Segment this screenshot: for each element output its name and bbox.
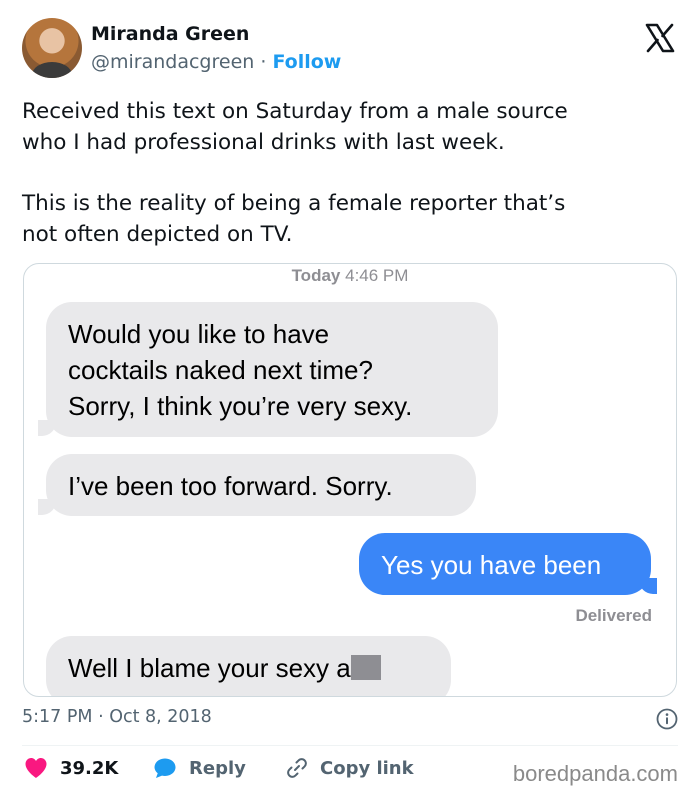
tweet-line: who I had professional drinks with last … [22,130,505,155]
copy-link-button[interactable]: Copy link [286,757,414,779]
author-handle[interactable]: @mirandacgreen [91,51,254,73]
message-time: 4:46 PM [345,266,409,285]
separator: · [254,51,273,73]
tweet-line: not often depicted on TV. [22,222,293,247]
like-count: 39.2K [60,757,119,779]
tweet-text: Received this text on Saturday from a ma… [22,96,678,250]
watermark: boredpanda.com [512,761,678,786]
reply-button[interactable]: Reply [153,757,246,779]
like-button[interactable]: 39.2K [24,757,118,779]
message-line: I’ve been too forward. Sorry. [68,471,393,501]
info-icon[interactable] [656,708,678,730]
incoming-message-bubble: Well I blame your sexy a [46,636,451,696]
message-line: Sorry, I think you’re very sexy. [68,391,413,421]
divider [22,745,678,746]
message-line: Yes you have been [381,550,602,580]
follow-button[interactable]: Follow [272,51,341,73]
link-icon [287,758,307,778]
x-logo-icon[interactable] [644,22,676,54]
reply-label: Reply [189,757,246,779]
message-line: cocktails naked next time? [68,355,373,385]
author-name[interactable]: Miranda Green [91,23,249,45]
tweet-actions: 39.2K Reply Copy link boredpanda.com [22,757,678,787]
avatar[interactable] [22,18,82,78]
author-handle-row: @mirandacgreen · Follow [91,51,341,73]
incoming-message-bubble: I’ve been too forward. Sorry. [46,454,476,516]
message-line: Well I blame your sexy a [68,653,351,683]
tweet-line: Received this text on Saturday from a ma… [22,99,568,124]
incoming-message-bubble: Would you like to have cocktails naked n… [46,302,498,437]
reply-bubble-icon [154,758,176,778]
tweet-media-screenshot[interactable]: Today 4:46 PM Would you like to have coc… [23,263,677,697]
redaction-block [350,655,381,680]
message-line: Would you like to have [68,319,330,349]
tweet-timestamp[interactable]: 5:17 PM · Oct 8, 2018 [22,707,212,727]
delivered-status: Delivered [575,606,652,625]
tweet-line: This is the reality of being a female re… [22,191,566,216]
tweet-header: Miranda Green @mirandacgreen · Follow [22,16,678,80]
message-timestamp: Today 4:46 PM [24,264,676,286]
heart-icon [25,758,47,778]
outgoing-message-bubble: Yes you have been [359,533,651,595]
copy-link-label: Copy link [320,757,414,779]
message-day: Today [291,266,341,285]
